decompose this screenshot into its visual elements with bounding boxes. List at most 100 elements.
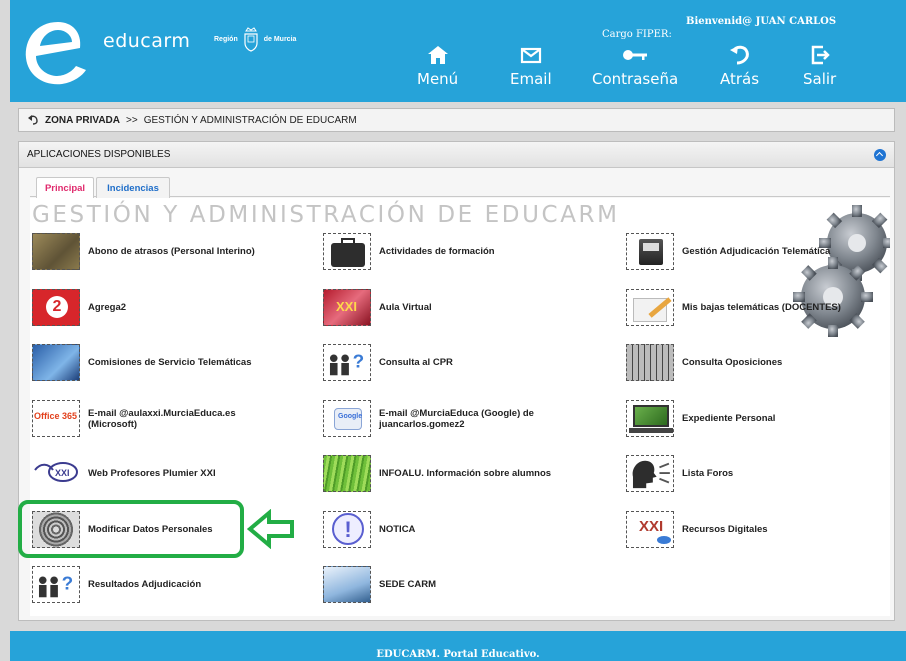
app-recursos-digitales[interactable]: XXI Recursos Digitales: [626, 511, 768, 548]
app-mis-bajas-telematicas[interactable]: Mis bajas telemáticas (DOCENTES): [626, 289, 841, 326]
app-infoalu[interactable]: INFOALU. Información sobre alumnos: [323, 455, 551, 492]
printer-icon: [626, 233, 674, 270]
footer-text: EDUCARM. Portal Educativo.: [376, 649, 540, 660]
nav-email-button[interactable]: Email: [510, 44, 552, 88]
app-label: Resultados Adjudicación: [88, 579, 202, 590]
breadcrumb-root[interactable]: ZONA PRIVADA: [45, 115, 120, 126]
app-expediente-personal[interactable]: Expediente Personal: [626, 400, 775, 437]
aula-virtual-icon: XXI: [323, 289, 371, 326]
speaking-head-icon: [626, 455, 674, 492]
nav-exit-button[interactable]: Salir: [803, 44, 836, 88]
app-sede-carm[interactable]: SEDE CARM: [323, 566, 436, 603]
grass-icon: [323, 455, 371, 492]
nav-menu-button[interactable]: Menú: [417, 44, 458, 88]
people-question-icon: ?: [323, 344, 371, 381]
app-consulta-oposiciones[interactable]: Consulta Oposiciones: [626, 344, 782, 381]
panel-title: APLICACIONES DISPONIBLES: [27, 149, 171, 160]
app-web-profesores-plumier[interactable]: XXI Web Profesores Plumier XXI: [32, 455, 216, 492]
app-email-microsoft[interactable]: Office 365 E-mail @aulaxxi.MurciaEduca.e…: [32, 400, 268, 437]
recursos-icon: XXI: [626, 511, 674, 548]
app-label: Modificar Datos Personales: [88, 524, 213, 535]
nav-password-label: Contraseña: [592, 70, 679, 88]
coins-icon: [32, 233, 80, 270]
welcome-text: Bienvenid@ JUAN CARLOS: [686, 16, 837, 27]
collapse-icon[interactable]: [874, 149, 886, 161]
app-label: SEDE CARM: [379, 579, 437, 590]
breadcrumb-separator: >>: [126, 114, 138, 126]
app-resultados-adjudicacion[interactable]: ? Resultados Adjudicación: [32, 566, 201, 603]
app-label: Comisiones de Servicio Telemáticas: [88, 357, 252, 368]
highlight-arrow-icon: [247, 509, 294, 549]
app-label: Lista Foros: [682, 468, 734, 479]
plumier-icon: XXI: [32, 455, 80, 492]
app-label: Abono de atrasos (Personal Interino): [88, 246, 255, 257]
app-label: E-mail @MurciaEduca (Google) de juancarl…: [379, 407, 534, 430]
app-label: NOTICA: [379, 524, 416, 535]
svg-text:?: ?: [62, 574, 74, 595]
app-aula-virtual[interactable]: XXI Aula Virtual: [323, 289, 432, 326]
app-notica[interactable]: ! NOTICA: [323, 511, 415, 548]
app-label: Actividades de formación: [379, 246, 495, 257]
breadcrumb: ZONA PRIVADA >> GESTIÓN Y ADMINISTRACIÓN…: [18, 108, 895, 132]
nav-exit-label: Salir: [803, 70, 837, 88]
breadcrumb-current: GESTIÓN Y ADMINISTRACIÓN DE EDUCARM: [143, 114, 357, 126]
app-label: E-mail @aulaxxi.MurciaEduca.es (Microsof…: [88, 407, 236, 430]
app-email-google[interactable]: Google E-mail @MurciaEduca (Google) de j…: [323, 400, 559, 437]
apps-panel: APLICACIONES DISPONIBLES Principal Incid…: [18, 141, 895, 621]
app-label: Consulta Oposiciones: [682, 357, 783, 368]
tab-bar: Principal Incidencias: [30, 171, 890, 199]
nav-password-button[interactable]: Contraseña: [592, 44, 678, 88]
fingerprint-icon: [32, 511, 80, 548]
svg-text:XXI: XXI: [55, 468, 70, 478]
app-lista-foros[interactable]: Lista Foros: [626, 455, 733, 492]
app-label: Aula Virtual: [379, 302, 432, 313]
app-label: Recursos Digitales: [682, 524, 768, 535]
key-icon: [623, 50, 648, 60]
tab-principal[interactable]: Principal: [36, 177, 94, 199]
exclamation-icon: !: [323, 511, 371, 548]
app-label: Mis bajas telemáticas (DOCENTES): [682, 302, 841, 313]
app-label: Gestión Adjudicación Telemática: [682, 246, 831, 257]
app-label: Consulta al CPR: [379, 357, 453, 368]
globe-computer-icon: [32, 344, 80, 381]
keyboard-icon: [626, 344, 674, 381]
app-abono-atrasos[interactable]: Abono de atrasos (Personal Interino): [32, 233, 255, 270]
app-label: INFOALU. Información sobre alumnos: [379, 468, 552, 479]
mail-icon: [520, 47, 541, 64]
pencil-icon: [626, 289, 674, 326]
sede-laptop-icon: [323, 566, 371, 603]
back-icon: [729, 45, 749, 65]
brand-name: educarm: [103, 30, 191, 52]
nav-menu-label: Menú: [417, 70, 459, 88]
breadcrumb-back-icon[interactable]: [27, 114, 39, 126]
top-header: educarm Región de Murcia Bienvenid@ JUAN…: [10, 0, 906, 102]
laptop-chart-icon: [626, 400, 674, 437]
apps-content: GESTIÓN Y ADMINISTRACIÓN DE EDUCARM Abon…: [30, 198, 890, 616]
google-icon: Google: [323, 400, 371, 437]
app-comisiones-servicio[interactable]: Comisiones de Servicio Telemáticas: [32, 344, 252, 381]
app-modificar-datos-personales[interactable]: Modificar Datos Personales: [32, 511, 213, 548]
people-question-icon: ?: [32, 566, 80, 603]
region-label: Región: [214, 35, 238, 43]
section-title: GESTIÓN Y ADMINISTRACIÓN DE EDUCARM: [32, 202, 620, 228]
app-consulta-cpr[interactable]: ? Consulta al CPR: [323, 344, 453, 381]
agrega2-icon: 2: [32, 289, 80, 326]
region-suffix: de Murcia: [263, 35, 297, 43]
app-label: Agrega2: [88, 302, 127, 313]
tab-incidencias[interactable]: Incidencias: [96, 177, 170, 198]
office365-icon: Office 365: [32, 400, 80, 437]
app-gestion-adjudicacion[interactable]: Gestión Adjudicación Telemática: [626, 233, 830, 270]
nav-email-label: Email: [510, 70, 552, 88]
cargo-text: Cargo FIPER:: [602, 29, 672, 40]
svg-text:?: ?: [353, 352, 365, 373]
exit-icon: [811, 45, 830, 65]
nav-back-button[interactable]: Atrás: [720, 44, 759, 88]
footer: EDUCARM. Portal Educativo.: [10, 631, 906, 661]
app-agrega2[interactable]: 2 Agrega2: [32, 289, 126, 326]
panel-header: APLICACIONES DISPONIBLES: [19, 142, 894, 168]
educarm-logo-icon[interactable]: [18, 14, 90, 90]
app-actividades-formacion[interactable]: Actividades de formación: [323, 233, 495, 270]
app-label: Web Profesores Plumier XXI: [88, 468, 216, 479]
crest-icon: [244, 27, 258, 52]
briefcase-icon: [323, 233, 371, 270]
